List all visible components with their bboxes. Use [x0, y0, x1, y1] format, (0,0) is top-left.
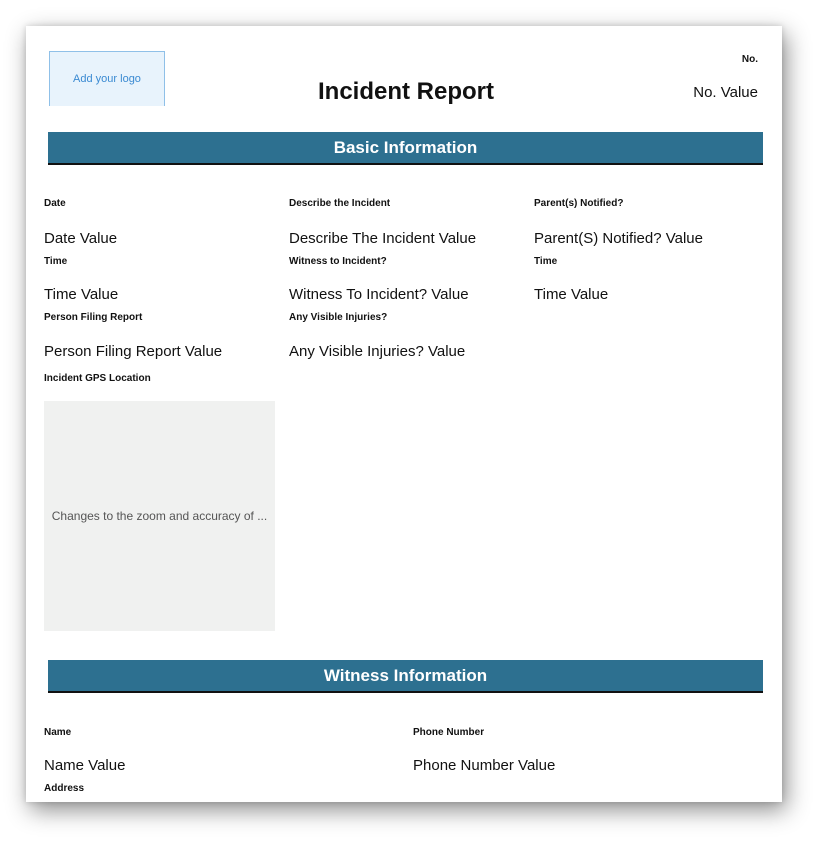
visible-injuries-value: Any Visible Injuries? Value	[289, 343, 466, 360]
witness-name-value: Name Value	[44, 757, 126, 774]
date-label: Date	[44, 198, 66, 209]
incident-gps-location-label: Incident GPS Location	[44, 373, 151, 384]
section-header-basic-information: Basic Information	[48, 132, 763, 165]
gps-map-message: Changes to the zoom and accuracy of ...	[51, 509, 268, 523]
parents-notified-label: Parent(s) Notified?	[534, 198, 624, 209]
report-number-label: No.	[741, 54, 758, 65]
person-filing-report-label: Person Filing Report	[44, 312, 143, 323]
witness-phone-value: Phone Number Value	[413, 757, 556, 774]
parents-notified-value: Parent(S) Notified? Value	[534, 230, 703, 247]
gps-map[interactable]: Changes to the zoom and accuracy of ...	[44, 401, 275, 631]
witness-address-label: Address	[44, 783, 85, 794]
report-number-value: No. Value	[693, 84, 758, 101]
time-value: Time Value	[44, 286, 119, 303]
describe-incident-value: Describe The Incident Value	[289, 230, 477, 247]
describe-incident-label: Describe the Incident	[289, 198, 391, 209]
person-filing-report-value: Person Filing Report Value	[44, 343, 223, 360]
time-label: Time	[44, 256, 68, 267]
time-notified-value: Time Value	[534, 286, 609, 303]
date-value: Date Value	[44, 230, 118, 247]
section-title: Witness Information	[323, 665, 488, 685]
section-header-witness-information: Witness Information	[48, 660, 763, 693]
witness-name-label: Name	[44, 727, 72, 738]
witness-phone-label: Phone Number	[413, 727, 485, 738]
logo-placeholder-text: Add your logo	[73, 73, 141, 85]
report-sheet: Add your logo Incident Report No. No. Va…	[26, 26, 782, 802]
witness-to-incident-value: Witness To Incident? Value	[289, 286, 469, 303]
witness-to-incident-label: Witness to Incident?	[289, 256, 387, 267]
logo-placeholder[interactable]: Add your logo	[49, 51, 165, 106]
visible-injuries-label: Any Visible Injuries?	[289, 312, 388, 323]
page-title: Incident Report	[317, 78, 494, 105]
time-notified-label: Time	[534, 256, 558, 267]
section-title: Basic Information	[333, 137, 478, 157]
